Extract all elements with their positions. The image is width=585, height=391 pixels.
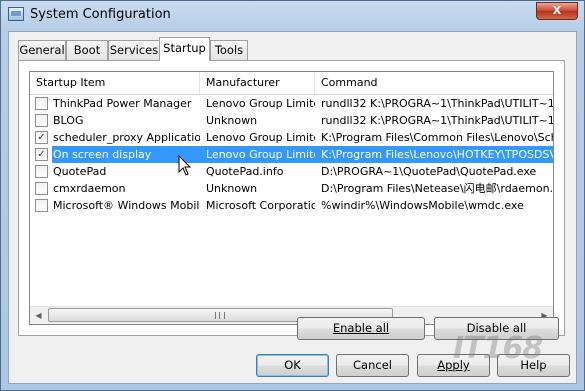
- table-row[interactable]: ThinkPad Power Manager Lenovo Group Limit…: [30, 95, 553, 112]
- msconfig-app-icon: [8, 7, 24, 21]
- command-cell: rundll32 K:\PROGRA~1\ThinkPad\UTILIT~1\P…: [321, 97, 553, 110]
- table-row[interactable]: Microsoft® Windows Mobile... Microsoft Co…: [30, 197, 553, 214]
- startup-item-cell: BLOG: [53, 114, 84, 127]
- enable-all-label: Enable all: [332, 321, 390, 335]
- command-cell: K:\Program Files\Common Files\Lenovo\Sch…: [321, 131, 553, 144]
- table-row[interactable]: cmxrdaemon Unknown D:\Program Files\Neteas…: [30, 180, 553, 197]
- tab-general[interactable]: General: [18, 40, 66, 60]
- manufacturer-cell: Lenovo Group Limited: [206, 97, 315, 110]
- command-cell: D:\Program Files\Netease\闪电邮\rdaemon.exe: [321, 182, 553, 195]
- system-configuration-window: System Configuration X General Boot Serv…: [0, 0, 585, 391]
- title-bar[interactable]: System Configuration X: [1, 1, 584, 31]
- manufacturer-cell: Unknown: [206, 182, 258, 195]
- table-row[interactable]: ✓ scheduler_proxy Application Lenovo Group…: [30, 129, 553, 146]
- tab-startup[interactable]: Startup: [159, 37, 210, 61]
- checkbox-unchecked[interactable]: [35, 199, 48, 212]
- checkbox-unchecked[interactable]: [35, 97, 48, 110]
- command-cell: D:\PROGRA~1\QuotePad\QuotePad.exe: [321, 165, 537, 178]
- manufacturer-cell: Lenovo Group Limited: [206, 148, 315, 161]
- grip-icon: [215, 312, 225, 319]
- window-title: System Configuration: [30, 7, 171, 22]
- manufacturer-cell: Microsoft Corporation: [206, 199, 315, 212]
- command-cell: rundll32 K:\PROGRA~1\ThinkPad\UTILIT~1\B…: [321, 114, 553, 127]
- close-button[interactable]: X: [536, 2, 578, 20]
- checkbox-checked[interactable]: ✓: [35, 131, 48, 144]
- checkbox-unchecked[interactable]: [35, 182, 48, 195]
- table-row[interactable]: BLOG Unknown rundll32 K:\PROGRA~1\ThinkPad…: [30, 112, 553, 129]
- enable-all-button[interactable]: Enable all: [297, 317, 425, 340]
- manufacturer-cell: QuotePad.info: [206, 165, 284, 178]
- startup-item-cell: Microsoft® Windows Mobile...: [53, 199, 200, 212]
- cancel-button[interactable]: Cancel: [336, 354, 409, 377]
- column-header-startup-item[interactable]: Startup Item: [30, 72, 200, 94]
- tab-services[interactable]: Services: [108, 40, 160, 60]
- command-cell: %windir%\WindowsMobile\wmdc.exe: [321, 199, 524, 212]
- table-row[interactable]: ✓On screen displayLenovo Group LimitedK:…: [30, 146, 553, 163]
- checkbox-unchecked[interactable]: [35, 165, 48, 178]
- mouse-pointer-icon: [178, 155, 192, 176]
- checkbox-checked[interactable]: ✓: [35, 148, 48, 161]
- table-row[interactable]: QuotePad QuotePad.info D:\PROGRA~1\QuotePa…: [30, 163, 553, 180]
- startup-item-cell: ThinkPad Power Manager: [53, 97, 192, 110]
- checkbox-unchecked[interactable]: [35, 114, 48, 127]
- watermark-logo: IT168: [453, 331, 543, 366]
- list-header: Startup Item Manufacturer Command: [30, 72, 553, 95]
- startup-items-list[interactable]: Startup Item Manufacturer Command ThinkP…: [29, 71, 554, 325]
- startup-item-cell: cmxrdaemon: [53, 182, 126, 195]
- command-cell: K:\Program Files\Lenovo\HOTKEY\TPOSDSVC.…: [321, 148, 553, 161]
- column-header-manufacturer[interactable]: Manufacturer: [200, 72, 315, 94]
- manufacturer-cell: Unknown: [206, 114, 258, 127]
- ok-button[interactable]: OK: [256, 354, 329, 377]
- startup-item-cell: scheduler_proxy Application: [53, 131, 200, 144]
- startup-tab-panel: Startup Item Manufacturer Command ThinkP…: [18, 60, 565, 336]
- column-header-command[interactable]: Command: [315, 72, 553, 94]
- manufacturer-cell: Lenovo Group Limited: [206, 131, 315, 144]
- scroll-left-arrow-icon[interactable]: ◀: [30, 307, 47, 324]
- tab-boot[interactable]: Boot: [66, 40, 108, 60]
- tab-tools[interactable]: Tools: [210, 40, 248, 60]
